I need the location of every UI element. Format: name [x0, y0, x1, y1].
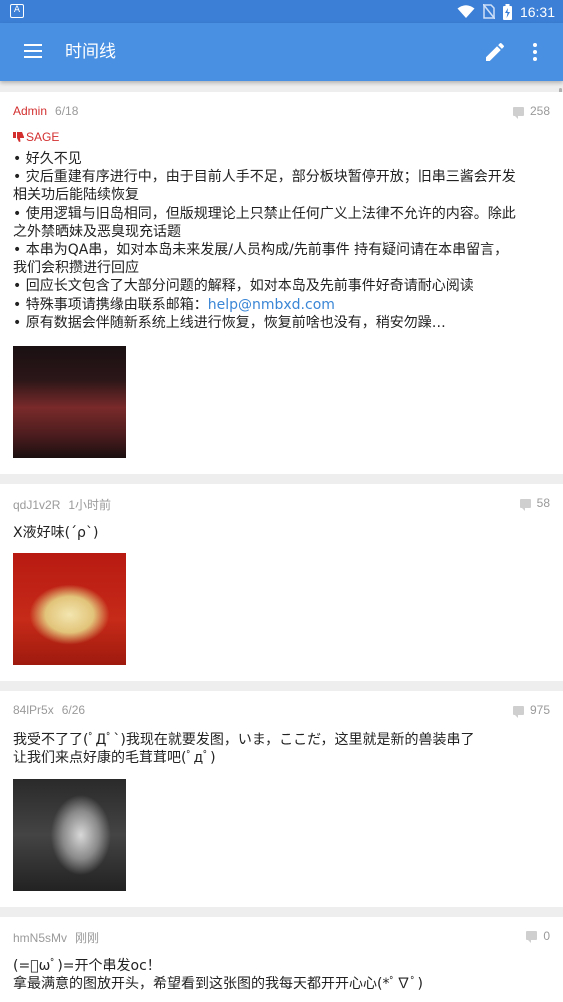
hamburger-menu-icon[interactable] [21, 40, 45, 64]
app-toolbar: 时间线 [0, 23, 563, 81]
post-time: 6/18 [55, 104, 79, 118]
reply-count: 0 [526, 929, 550, 944]
comment-icon [512, 106, 524, 119]
thread-card[interactable]: Admin 6/18 258 SAGE • 好久不见 • 灾后重建有序进行中，由于… [0, 92, 563, 475]
wifi-icon [457, 4, 475, 18]
reply-count: 975 [512, 703, 550, 718]
email-link[interactable]: help@nmbxd.com [208, 297, 335, 313]
comment-icon [526, 931, 538, 944]
thread-meta: hmN5sMv 刚刚 0 [13, 929, 550, 945]
comment-icon [519, 498, 531, 511]
comment-icon [512, 705, 524, 718]
post-time: 6/26 [61, 703, 86, 718]
user-id: qdJ1v2R [13, 498, 61, 513]
reply-count: 58 [519, 496, 550, 511]
thread-image[interactable] [13, 553, 126, 666]
thread-image[interactable] [13, 346, 126, 459]
user-id: hmN5sMv [13, 930, 68, 945]
thread-feed: Admin 6/18 258 SAGE • 好久不见 • 灾后重建有序进行中，由于… [0, 92, 563, 1002]
thread-meta: qdJ1v2R 1小时前 58 [13, 496, 550, 512]
thumb-down-icon [13, 132, 24, 142]
post-time: 1小时前 [68, 498, 112, 513]
status-bar: A 16:31 [0, 0, 563, 23]
no-sim-icon [482, 4, 495, 19]
thread-content: 我受不了了(ﾟДﾟ`)我现在就要发图，いま，ここだ，这里就是新的兽装串了 让我们… [13, 732, 475, 767]
thread-card[interactable]: qdJ1v2R 1小时前 58 X液好味(´ρ`) [0, 484, 563, 682]
more-vert-icon[interactable] [523, 40, 547, 64]
post-time: 刚刚 [75, 930, 100, 945]
user-id: 84lPr5x [13, 703, 54, 718]
sage-badge: SAGE [13, 130, 550, 144]
thread-meta: Admin 6/18 258 [13, 104, 550, 120]
page-title: 时间线 [65, 42, 116, 62]
thread-image[interactable] [13, 778, 126, 891]
thread-card[interactable]: 84lPr5x 6/26 975 我受不了了(ﾟДﾟ`)我现在就要发图，いま，ここ… [0, 691, 563, 907]
battery-charging-icon [502, 3, 512, 20]
notification-app-icon: A [10, 4, 24, 18]
thread-content: (=ﾟωﾟ)=开个串发oc！ 拿最满意的图放开头，希望看到这张图的我每天都开开心… [13, 957, 423, 992]
pencil-icon[interactable] [483, 40, 507, 64]
user-id: Admin [13, 104, 48, 118]
thread-content: X液好味(´ρ`) [13, 525, 99, 542]
reply-count: 258 [512, 104, 550, 119]
clock-time: 16:31 [519, 3, 555, 20]
thread-meta: 84lPr5x 6/26 975 [13, 703, 550, 719]
thread-card[interactable]: hmN5sMv 刚刚 0 (=ﾟωﾟ)=开个串发oc！ 拿最满意的图放开头，希望看… [0, 916, 563, 1002]
thread-content: • 好久不见 • 灾后重建有序进行中，由于目前人手不足，部分板块暂停开放；旧串三… [13, 151, 516, 331]
